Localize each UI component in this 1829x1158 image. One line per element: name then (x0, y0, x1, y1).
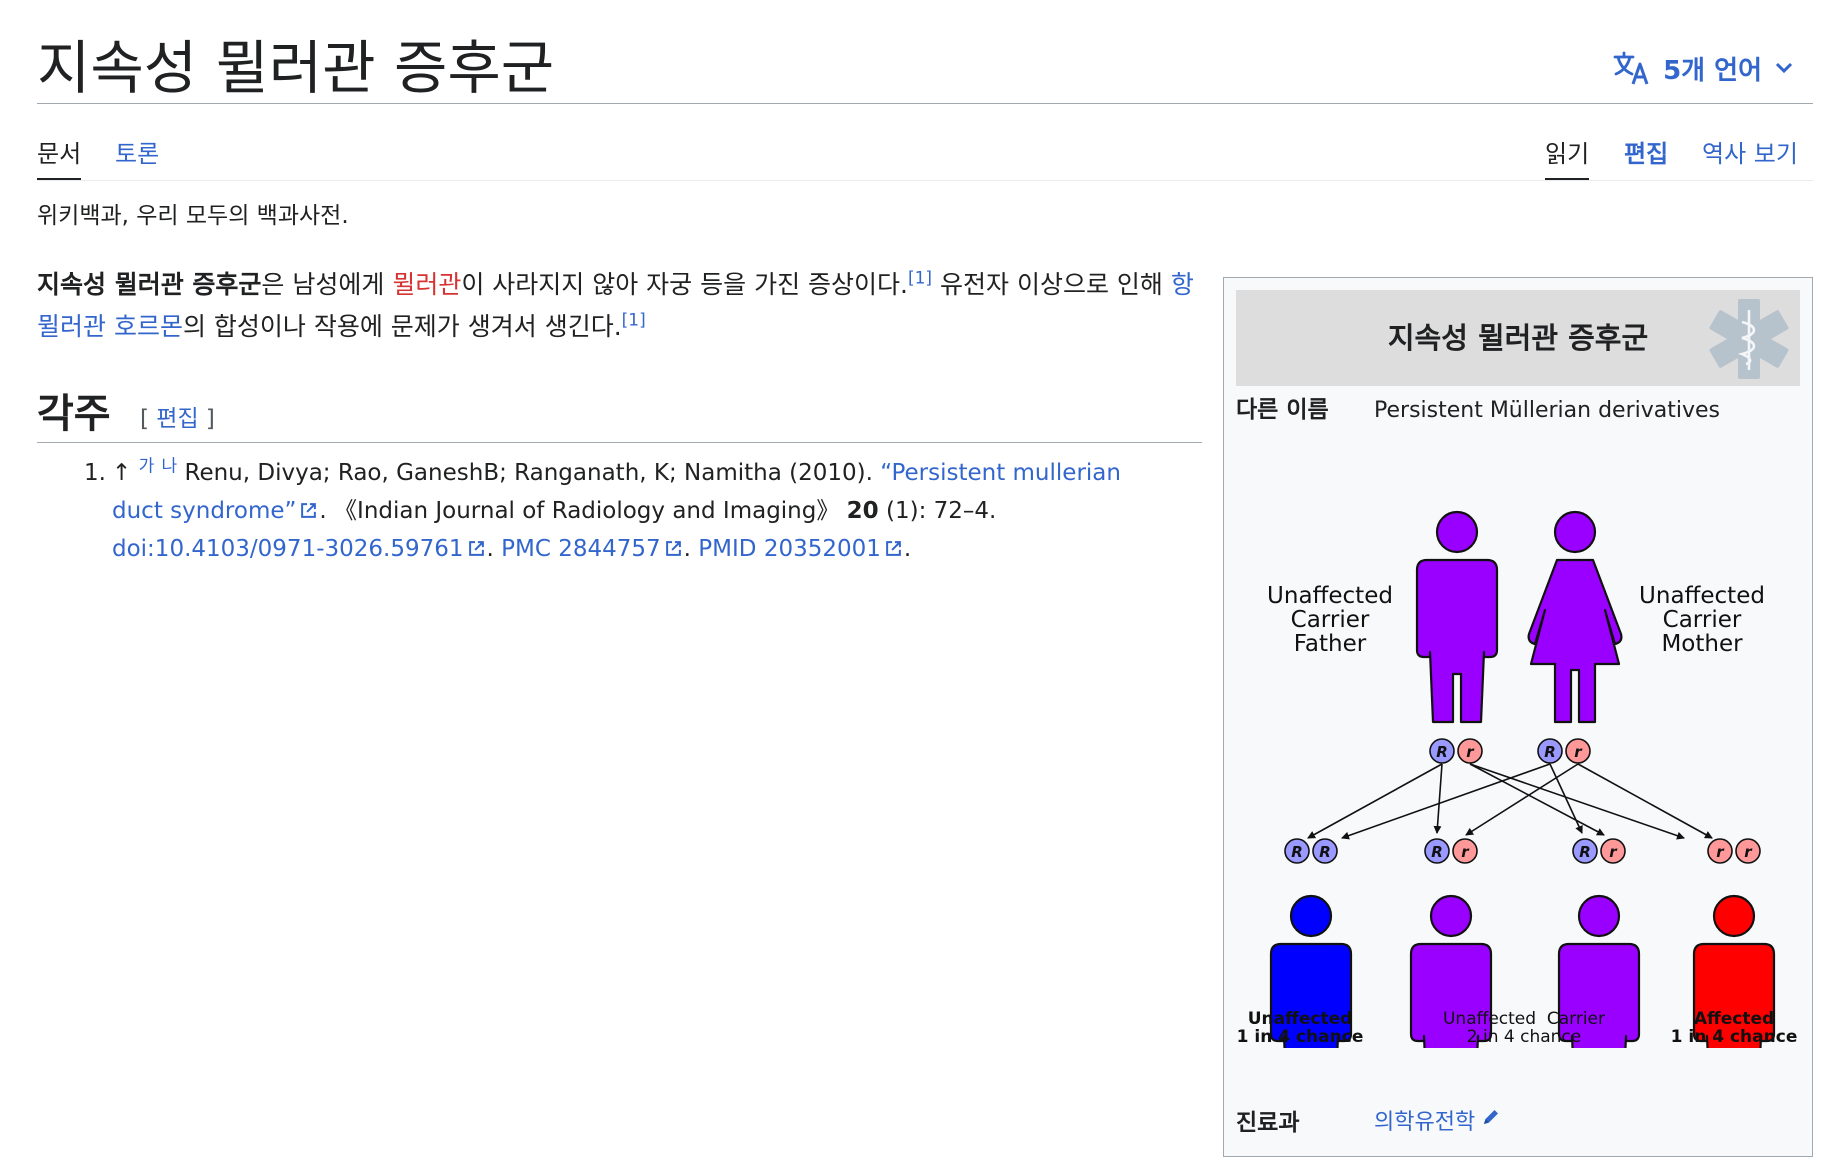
tabs-divider (37, 180, 1813, 181)
child4-label-line2: 1 in 4 chance (1671, 1027, 1798, 1047)
mother-label-line3: Mother (1661, 631, 1743, 657)
specialty-label-link[interactable]: 진료과 (1236, 1107, 1299, 1139)
lead-text: 의 합성이나 작용에 문제가 생겨서 생긴다. (182, 312, 622, 341)
carrier-children-label-line2: 2 in 4 chance (1467, 1027, 1581, 1047)
external-link-icon (886, 541, 901, 556)
mother-label-line2: Carrier (1663, 607, 1742, 633)
infobox: 지속성 뮐러관 증후군 다른 이름 Persistent Müllerian d… (1223, 277, 1813, 1157)
father-alleles: R r (1429, 738, 1483, 764)
translate-icon (1613, 51, 1651, 85)
pencil-icon[interactable] (1481, 1107, 1501, 1127)
section-edit-link[interactable]: 편집 (156, 406, 198, 432)
inheritance-arrows (1307, 763, 1713, 840)
language-selector-button[interactable]: 5개 언어 (1613, 46, 1794, 90)
mother-figure (1527, 510, 1623, 724)
chevron-down-icon (1774, 61, 1794, 75)
specialty-value-link[interactable]: 의학유전학 (1374, 1110, 1475, 1135)
father-label-line1: Unaffected (1267, 583, 1393, 609)
inheritance-pedigree-diagram[interactable]: Unaffected Carrier Father Unaffected Car… (1236, 428, 1802, 1048)
svg-text:R: R (1579, 843, 1591, 861)
other-names-value: Persistent Müllerian derivatives (1374, 398, 1720, 423)
citation-ref-1-second[interactable]: [1] (622, 311, 646, 331)
child1-label-line1: Unaffected (1248, 1009, 1353, 1029)
svg-text:R: R (1544, 743, 1556, 761)
svg-text:R: R (1436, 743, 1448, 761)
section-heading-references: 각주 (37, 391, 111, 437)
specialty-value-container: 의학유전학 (1374, 1107, 1501, 1139)
infobox-header: 지속성 뮐러관 증후군 (1236, 290, 1800, 386)
separator: . (683, 536, 699, 562)
reference-authors: Renu, Divya; Rao, GaneshB; Ranganath, K;… (177, 460, 881, 486)
svg-text:R: R (1431, 843, 1443, 861)
bracket-close: ] (198, 406, 215, 432)
title-divider (37, 103, 1813, 104)
external-link-icon (665, 541, 681, 556)
citation-ref-1[interactable]: [1] (908, 269, 932, 289)
separator: . (486, 536, 502, 562)
reference-number: 1. (84, 460, 106, 486)
site-tagline: 위키백과, 우리 모두의 백과사전. (37, 203, 349, 229)
child1-alleles: R R (1284, 838, 1338, 864)
page-title: 지속성 뮐러관 증후군 (37, 34, 555, 102)
tab-read[interactable]: 읽기 (1545, 136, 1590, 180)
child1-label-line2: 1 in 4 chance (1237, 1027, 1364, 1047)
reference-end: . (903, 536, 912, 562)
doi-link[interactable]: doi:10.4103/0971-3026.59761 (112, 536, 464, 562)
section-edit-control: [ 편집 ] (140, 404, 215, 434)
backlink-b[interactable]: 나 (162, 456, 178, 476)
lead-term: 지속성 뮐러관 증후군 (37, 270, 262, 299)
lead-text: 유전자 이상으로 인해 (932, 270, 1171, 299)
father-figure (1415, 510, 1499, 724)
reference-item: 1. ↑ 가 나 Renu, Divya; Rao, GaneshB; Rang… (84, 454, 1142, 568)
mother-label-line1: Unaffected (1639, 583, 1765, 609)
lead-paragraph: 지속성 뮐러관 증후군은 남성에게 뮐러관이 사라지지 않아 자궁 등을 가진 … (37, 264, 1197, 348)
tab-history[interactable]: 역사 보기 (1702, 136, 1798, 172)
father-label-line3: Father (1294, 631, 1367, 657)
reference-volume: 20 (846, 498, 879, 524)
tab-talk[interactable]: 토론 (115, 136, 159, 172)
svg-text:R: R (1319, 843, 1331, 861)
other-names-label: 다른 이름 (1236, 397, 1329, 423)
child3-alleles: R r (1572, 838, 1626, 864)
svg-text:R: R (1291, 843, 1303, 861)
reference-arrow: ↑ (112, 460, 132, 486)
external-link-icon (301, 503, 317, 518)
backlink-a[interactable]: 가 (139, 456, 155, 476)
tab-edit[interactable]: 편집 (1624, 136, 1668, 172)
tab-article[interactable]: 문서 (37, 136, 82, 180)
child4-alleles: r r (1707, 838, 1761, 864)
reference-journal: . 《Indian Journal of Radiology and Imagi… (319, 498, 847, 524)
mullerian-duct-link[interactable]: 뮐러관 (392, 270, 461, 299)
pmc-link[interactable]: PMC 2844757 (501, 536, 661, 562)
language-count-label: 5개 언어 (1663, 55, 1762, 86)
child4-label-line1: Affected (1694, 1009, 1774, 1029)
father-label-line2: Carrier (1291, 607, 1370, 633)
reference-pages: (1): 72–4. (878, 498, 997, 524)
child2-alleles: R r (1424, 838, 1478, 864)
mother-alleles: R r (1537, 738, 1591, 764)
bracket-open: [ (140, 406, 157, 432)
star-of-life-icon (1709, 299, 1789, 379)
lead-text: 이 사라지지 않아 자궁 등을 가진 증상이다. (461, 270, 908, 299)
heading-divider (37, 442, 1202, 443)
reference-list: 1. ↑ 가 나 Renu, Divya; Rao, GaneshB; Rang… (84, 454, 1142, 568)
pmid-link[interactable]: PMID 20352001 (698, 536, 881, 562)
external-link-icon (468, 541, 484, 556)
lead-text: 은 남성에게 (261, 270, 393, 299)
carrier-children-label-line1: Unaffected Carrier (1443, 1009, 1605, 1029)
